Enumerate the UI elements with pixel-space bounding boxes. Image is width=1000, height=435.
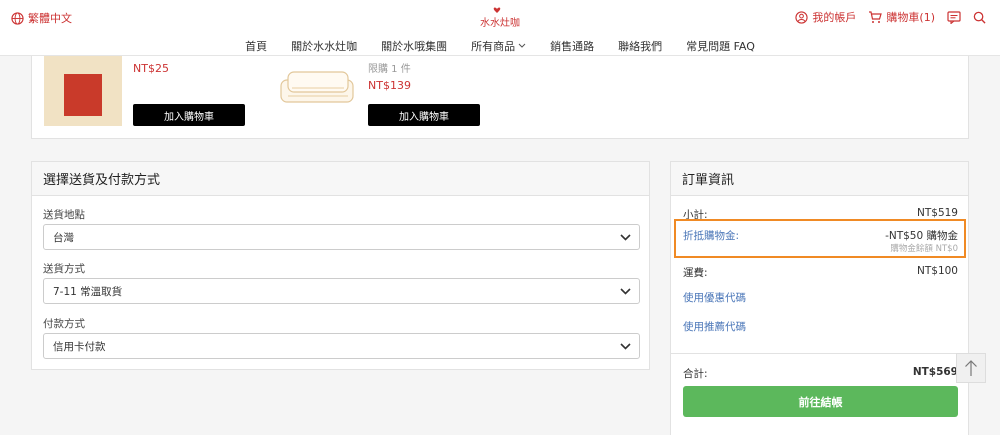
delivery-method-select[interactable]: 7-11 常溫取貨 (43, 278, 640, 304)
scroll-to-top-button[interactable] (956, 353, 986, 383)
use-coupon-link[interactable]: 使用優惠代碼 (683, 290, 746, 305)
user-icon (795, 10, 809, 24)
nav-all-products[interactable]: 所有商品 (471, 38, 526, 54)
cart-label: 購物車(1) (886, 11, 935, 24)
checkout-button[interactable]: 前往結帳 (683, 386, 958, 417)
addon-products-panel: NT$25 加入購物車 限購 1 件 NT$139 加入購物車 (31, 56, 969, 139)
delivery-method-value: 7-11 常溫取貨 (53, 285, 123, 298)
store-credit-balance-row: 購物金餘額 NT$0 (683, 242, 958, 254)
product-limit-2: 限購 1 件 (368, 64, 411, 75)
chevron-down-icon (518, 43, 526, 48)
product-image-1[interactable] (44, 56, 122, 126)
logo-text: 水水灶咖 (480, 18, 520, 29)
payment-method-value: 信用卡付款 (53, 340, 106, 353)
cart-icon (869, 10, 883, 23)
site-header: 繁體中文 水水灶咖 我的帳戶 購物車(1) 首頁 關於水水灶咖 關於水哦集團 所… (0, 0, 1000, 56)
delivery-location-select[interactable]: 台灣 (43, 224, 640, 250)
nav-all-products-label: 所有商品 (471, 40, 516, 53)
delivery-location-label: 送貨地點 (43, 209, 85, 221)
chevron-down-icon (620, 287, 631, 295)
chevron-down-icon (620, 233, 631, 241)
store-credit-value: -NT$50 購物金 (885, 230, 958, 242)
product-price-2: NT$139 (368, 79, 411, 92)
shipping-fee-row: 運費: NT$100 (683, 265, 958, 280)
shipping-payment-panel: 選擇送貨及付款方式 送貨地點 台灣 送貨方式 7-11 常溫取貨 付款方式 信用… (31, 161, 650, 370)
cart-link[interactable]: 購物車(1) (868, 9, 935, 25)
search-button[interactable] (973, 11, 986, 24)
language-switcher[interactable]: 繁體中文 (11, 10, 72, 26)
delivery-method-label: 送貨方式 (43, 263, 85, 275)
total-row: 合計: NT$569 (683, 366, 958, 381)
total-value: NT$569 (912, 366, 958, 378)
order-panel-title: 訂單資訊 (671, 162, 968, 196)
store-credit-row: 折抵購物金: -NT$50 購物金 (683, 228, 958, 243)
chevron-down-icon (620, 342, 631, 350)
use-referral-link[interactable]: 使用推薦代碼 (683, 319, 746, 334)
add-to-cart-button-1[interactable]: 加入購物車 (133, 104, 245, 126)
chat-icon (947, 10, 961, 24)
delivery-location-value: 台灣 (53, 231, 74, 244)
payment-method-label: 付款方式 (43, 318, 85, 330)
message-button[interactable] (947, 10, 961, 24)
shipping-fee-value: NT$100 (917, 265, 958, 277)
brand-logo[interactable]: 水水灶咖 (478, 6, 522, 30)
order-summary-panel: 訂單資訊 小計: NT$519 折抵購物金: -NT$50 購物金 購物金餘額 … (670, 161, 969, 435)
nav-faq[interactable]: 常見問題 FAQ (686, 38, 755, 54)
nav-sales-channels[interactable]: 銷售通路 (550, 38, 594, 54)
nav-about-group[interactable]: 關於水哦集團 (381, 38, 447, 54)
shipping-panel-title: 選擇送貨及付款方式 (32, 162, 649, 196)
my-account-link[interactable]: 我的帳戶 (795, 9, 856, 25)
store-credit-label[interactable]: 折抵購物金: (683, 228, 739, 243)
total-label: 合計: (683, 368, 708, 380)
nav-contact[interactable]: 聯絡我們 (618, 38, 662, 54)
add-to-cart-button-2[interactable]: 加入購物車 (368, 104, 480, 126)
language-label: 繁體中文 (28, 12, 72, 25)
main-nav: 首頁 關於水水灶咖 關於水哦集團 所有商品 銷售通路 聯絡我們 常見問題 FAQ (0, 38, 1000, 54)
arrow-up-icon (965, 360, 977, 376)
nav-home[interactable]: 首頁 (245, 38, 267, 54)
search-icon (973, 11, 986, 24)
account-area: 我的帳戶 購物車(1) (795, 9, 986, 25)
summary-divider (671, 353, 968, 354)
globe-icon (11, 11, 24, 25)
nav-about-brand[interactable]: 關於水水灶咖 (291, 38, 357, 54)
store-credit-balance: 購物金餘額 NT$0 (890, 244, 958, 254)
product-image-2[interactable] (278, 66, 358, 108)
shipping-fee-label: 運費: (683, 267, 708, 279)
product-price-1: NT$25 (133, 62, 169, 75)
payment-method-select[interactable]: 信用卡付款 (43, 333, 640, 359)
my-account-label: 我的帳戶 (812, 11, 857, 24)
